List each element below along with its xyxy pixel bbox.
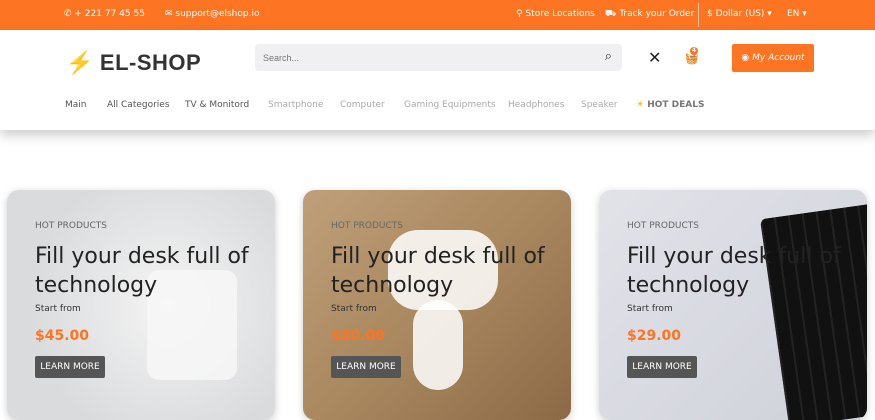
my-account-button[interactable]: ◉ My Account	[732, 44, 814, 72]
my-account-label: My Account	[752, 53, 805, 63]
learn-more-button[interactable]: LEARN MORE	[35, 356, 105, 378]
search-icon[interactable]: ⌕	[605, 49, 612, 64]
phone-text: + 221 77 45 55	[74, 9, 145, 19]
card-start-from: Start from	[35, 304, 81, 314]
email-text: support@elshop.io	[175, 9, 260, 19]
nav-gaming[interactable]: Gaming Equipments	[404, 100, 496, 110]
bolt-icon: ⚡	[66, 50, 94, 75]
email-link[interactable]: ✉ support@elshop.io	[165, 9, 259, 19]
nav-hot-deals[interactable]: ☀ HOT DEALS	[636, 100, 704, 110]
laptop-image	[759, 202, 867, 420]
nav-smartphone[interactable]: Smartphone	[268, 100, 323, 110]
nav-speaker[interactable]: Speaker	[581, 100, 618, 110]
hot-deals-label: HOT DEALS	[647, 100, 705, 110]
search-input[interactable]	[255, 44, 575, 71]
currency-text: $ Dollar (US)	[707, 9, 765, 19]
promo-card: HOT PRODUCTS Fill your desk full of tech…	[7, 190, 275, 420]
phone-link[interactable]: ✆ + 221 77 45 55	[64, 9, 145, 19]
learn-more-button[interactable]: LEARN MORE	[331, 356, 401, 378]
user-icon: ◉	[741, 53, 750, 63]
cart-badge: 4	[690, 47, 698, 55]
card-kicker: HOT PRODUCTS	[627, 221, 699, 231]
logo[interactable]: ⚡ EL-SHOP	[66, 50, 201, 76]
card-title: Fill your desk full of technology	[35, 244, 249, 298]
card-price: $45.00	[35, 328, 90, 344]
card-title: Fill your desk full of technology	[331, 244, 545, 298]
store-locations-text: Store Locations	[525, 9, 595, 19]
sun-icon: ☀	[636, 100, 645, 110]
card-start-from: Start from	[331, 304, 377, 314]
learn-more-button[interactable]: LEARN MORE	[627, 356, 697, 378]
card-price: $80.00	[331, 328, 386, 344]
card-kicker: HOT PRODUCTS	[35, 221, 107, 231]
nav-headphones[interactable]: Headphones	[508, 100, 564, 110]
nav-computer[interactable]: Computer	[340, 100, 385, 110]
promo-card: HOT PRODUCTS Fill your desk full of tech…	[599, 190, 867, 420]
card-price: $29.00	[627, 328, 682, 344]
card-start-from: Start from	[627, 304, 673, 314]
divider	[698, 3, 699, 27]
card-kicker: HOT PRODUCTS	[331, 221, 403, 231]
header: ⚡EL-SHOP ⌕ ✕ 🧺4 ◉ My Account Main All Ca…	[0, 30, 875, 130]
logo-text: EL-SHOP	[99, 50, 202, 75]
store-locations-link[interactable]: ⚲ Store Locations	[516, 9, 595, 19]
close-icon[interactable]: ✕	[648, 48, 661, 67]
track-order-link[interactable]: ⛟ Track your Order	[605, 9, 694, 20]
search-bar: ⌕	[255, 44, 622, 71]
card-title: Fill your desk full of technology	[627, 244, 841, 298]
track-order-text: Track your Order	[619, 9, 695, 19]
cart-icon[interactable]: 🧺 4	[685, 47, 699, 65]
language-text: EN	[787, 9, 800, 19]
earbud-image	[413, 300, 463, 390]
nav-main[interactable]: Main	[65, 100, 87, 110]
nav-all-categories[interactable]: All Categories	[107, 100, 170, 110]
top-bar: ✆ + 221 77 45 55 ✉ support@elshop.io ⚲ S…	[0, 0, 875, 30]
language-dropdown[interactable]: EN ▾	[787, 9, 807, 19]
currency-dropdown[interactable]: $ Dollar (US) ▾	[707, 9, 772, 19]
nav-tv-monitor[interactable]: TV & Monitord	[185, 100, 249, 110]
promo-card: HOT PRODUCTS Fill your desk full of tech…	[303, 190, 571, 420]
